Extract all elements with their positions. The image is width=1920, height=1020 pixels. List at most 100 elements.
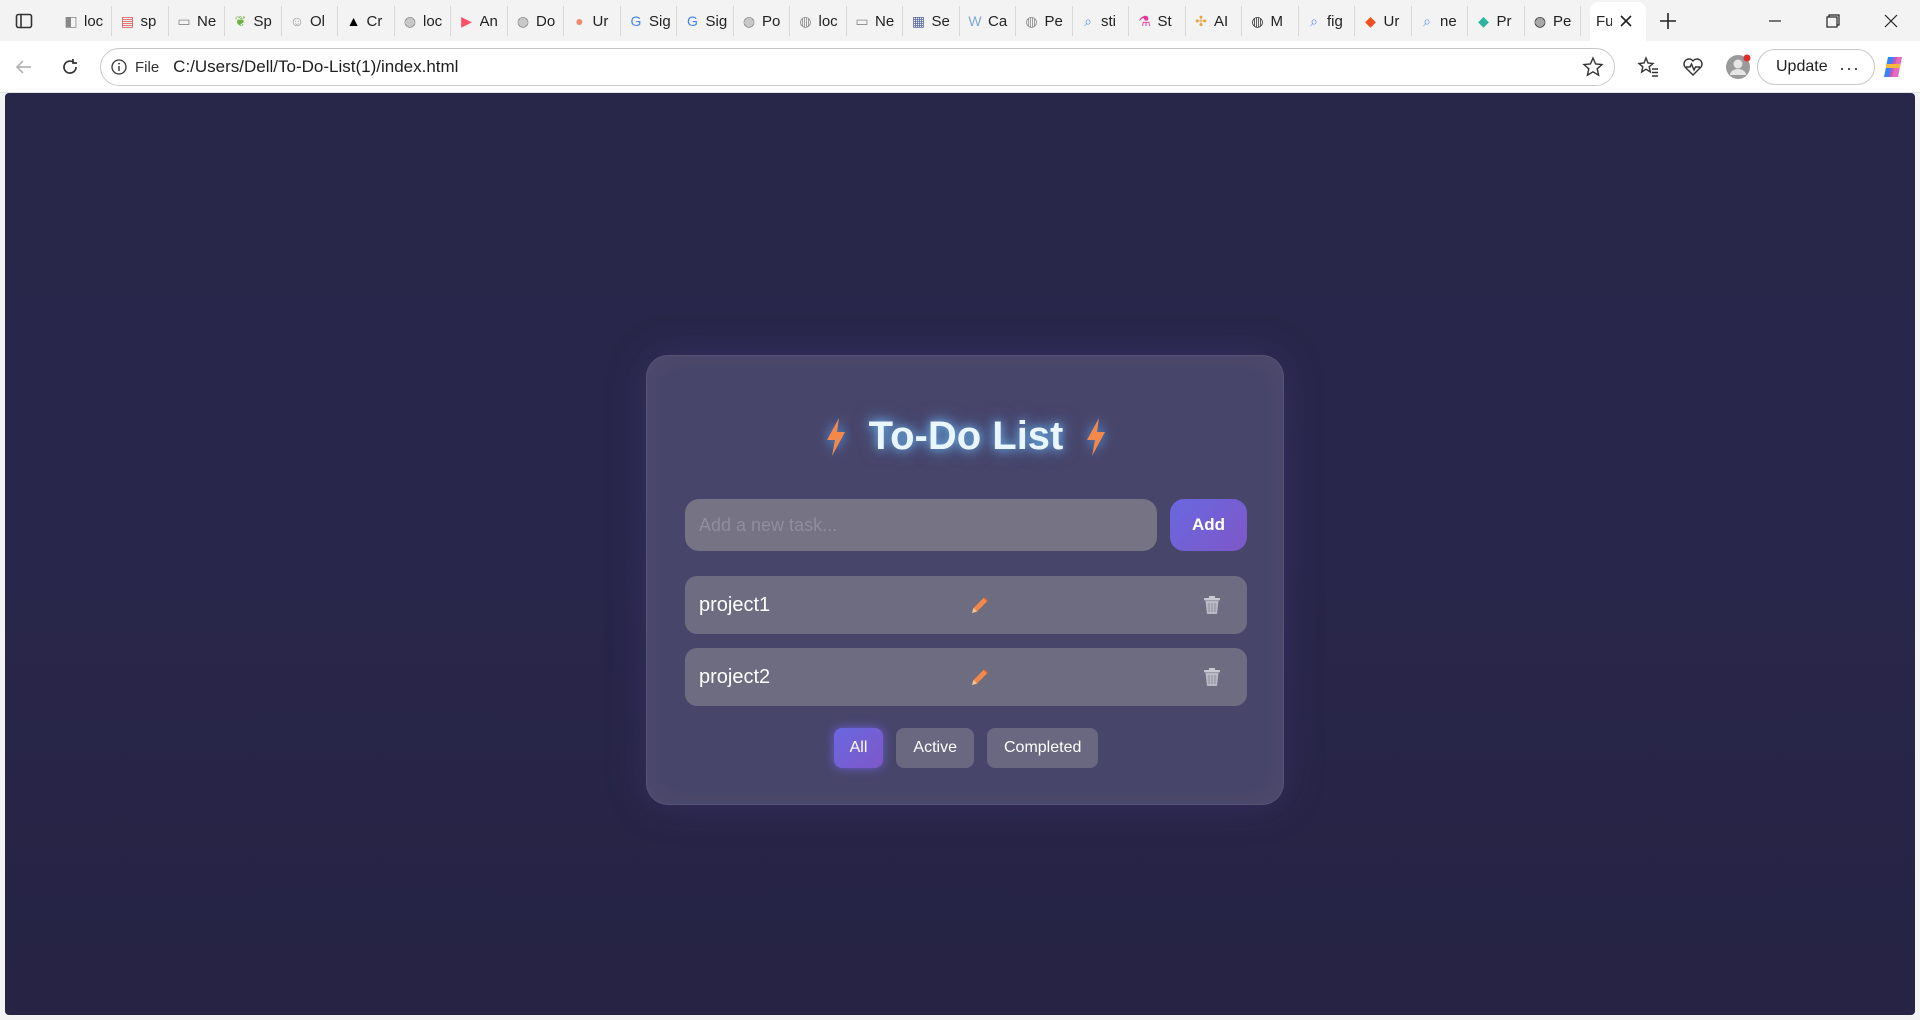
new-tab-button[interactable] — [1655, 8, 1681, 34]
globe-icon: ◍ — [1251, 12, 1264, 29]
more-menu-icon[interactable]: ··· — [1839, 58, 1860, 79]
tab[interactable]: ▲ Cr — [339, 6, 395, 36]
tab[interactable]: ◧ loc — [56, 6, 112, 36]
tab[interactable]: ◍ Pe — [1525, 6, 1581, 36]
favorites-icon[interactable] — [1634, 53, 1662, 81]
tab[interactable]: ⌕ ne — [1412, 6, 1468, 36]
tab[interactable]: ◍ Pe — [1017, 6, 1073, 36]
tab[interactable]: ◆ Pr — [1469, 6, 1525, 36]
tab[interactable]: ▭ Ne — [847, 6, 903, 36]
newtab-icon: ▭ — [177, 12, 191, 29]
figma-icon: ◆ — [1365, 12, 1376, 29]
info-icon — [111, 59, 127, 75]
tab[interactable]: ◆ Ur — [1356, 6, 1412, 36]
tab-actions-icon[interactable] — [12, 9, 36, 33]
filter-completed-button[interactable]: Completed — [986, 728, 1099, 768]
tab-label: sti — [1101, 12, 1116, 30]
tab-label: Ne — [197, 12, 217, 30]
tab[interactable]: ❦ Sp — [226, 6, 282, 36]
restore-button[interactable] — [1805, 0, 1861, 41]
pencil-icon[interactable] — [969, 594, 991, 616]
tab-label: Se — [931, 12, 950, 30]
tab-label: Sig — [705, 12, 728, 30]
back-button[interactable] — [10, 53, 38, 81]
reload-button[interactable] — [56, 53, 84, 81]
tab[interactable]: G Sig — [678, 6, 734, 36]
tab[interactable]: ▭ Ne — [169, 6, 225, 36]
ollama-icon: ☺ — [289, 13, 305, 29]
tab-label: Sig — [649, 12, 671, 30]
tab-label: Ur — [592, 12, 609, 30]
tab-label: ne — [1440, 12, 1457, 30]
tab[interactable]: ◍ M — [1243, 6, 1299, 36]
trash-icon[interactable] — [1201, 594, 1223, 616]
tab[interactable]: ◍ loc — [791, 6, 847, 36]
update-label: Update — [1776, 58, 1828, 75]
tab-label: fig — [1327, 12, 1343, 30]
address-bar[interactable]: File C:/Users/Dell/To-Do-List(1)/index.h… — [100, 48, 1615, 86]
tab-label: Sp — [253, 12, 272, 30]
globe-icon: ◍ — [799, 12, 812, 29]
pdf-icon: ▤ — [120, 12, 135, 29]
tab[interactable]: ⌕ sti — [1073, 6, 1129, 36]
tab-label: Cr — [366, 12, 383, 30]
tab[interactable]: ▤ sp — [113, 6, 169, 36]
globe-icon: ◍ — [1533, 12, 1547, 29]
tab-label: Po — [762, 12, 781, 30]
new-task-input[interactable] — [685, 499, 1157, 551]
trash-icon[interactable] — [1201, 666, 1223, 688]
filter-all-button[interactable]: All — [833, 728, 884, 768]
app-title: To-Do List — [868, 414, 1064, 458]
tab-label: St — [1157, 12, 1172, 30]
diamond-icon: ◆ — [1478, 12, 1489, 29]
filter-active-button[interactable]: Active — [896, 728, 974, 768]
tab-label: M — [1270, 12, 1284, 30]
task-item[interactable]: project1 — [685, 576, 1247, 634]
tab-label: Do — [536, 12, 556, 30]
tab-label: loc — [423, 12, 443, 30]
update-button[interactable]: Update ··· — [1757, 49, 1875, 85]
task-name[interactable]: project1 — [699, 594, 770, 617]
tab[interactable]: ◍ loc — [395, 6, 451, 36]
close-tab-icon[interactable] — [1615, 10, 1637, 32]
tab-label: Fu — [1596, 13, 1612, 30]
browser-toolbar: File C:/Users/Dell/To-Do-List(1)/index.h… — [0, 41, 1920, 93]
page-viewport: To-Do List Add project1 project2 All Act… — [5, 93, 1915, 1015]
copilot-icon[interactable] — [1879, 53, 1907, 81]
flask-icon: ⚗ — [1138, 12, 1151, 29]
title-row: To-Do List — [647, 414, 1285, 459]
close-window-button[interactable] — [1863, 0, 1919, 41]
todo-card: To-Do List Add project1 project2 All Act… — [646, 355, 1284, 805]
favorite-star-icon[interactable] — [1582, 56, 1604, 78]
lightning-bolt-icon — [1087, 417, 1106, 456]
tab[interactable]: ◍ Do — [508, 6, 564, 36]
pencil-icon[interactable] — [969, 666, 991, 688]
globe-icon: ◍ — [742, 12, 756, 29]
tab-label: Pe — [1044, 12, 1063, 30]
tab[interactable]: ▶ An — [452, 6, 508, 36]
tab[interactable]: ● Ur — [565, 6, 621, 36]
tab-label: loc — [84, 12, 104, 30]
add-task-button[interactable]: Add — [1170, 499, 1247, 551]
globe-icon: ◍ — [403, 12, 417, 29]
profile-avatar[interactable] — [1724, 53, 1752, 81]
minimize-button[interactable] — [1747, 0, 1803, 41]
tab[interactable]: ⚗ St — [1130, 6, 1186, 36]
tab[interactable]: ✣ AI — [1186, 6, 1242, 36]
site-info-button[interactable]: File — [101, 59, 173, 76]
tab[interactable]: G Sig — [621, 6, 677, 36]
google-icon: G — [687, 13, 698, 29]
globe-icon: ◍ — [1025, 12, 1038, 29]
tab[interactable]: W Ca — [960, 6, 1016, 36]
health-icon[interactable] — [1679, 53, 1707, 81]
tab[interactable]: ☺ Ol — [282, 6, 338, 36]
tab[interactable]: ◍ Po — [734, 6, 790, 36]
tab[interactable]: ⌕ fig — [1299, 6, 1355, 36]
tab-label: An — [479, 12, 498, 30]
task-item[interactable]: project2 — [685, 648, 1247, 706]
youtube-icon: ▶ — [461, 12, 472, 29]
tab-label: Pe — [1553, 12, 1572, 30]
task-name[interactable]: project2 — [699, 666, 770, 689]
url-text[interactable]: C:/Users/Dell/To-Do-List(1)/index.html — [173, 57, 458, 77]
tab[interactable]: ▦ Se — [904, 6, 960, 36]
